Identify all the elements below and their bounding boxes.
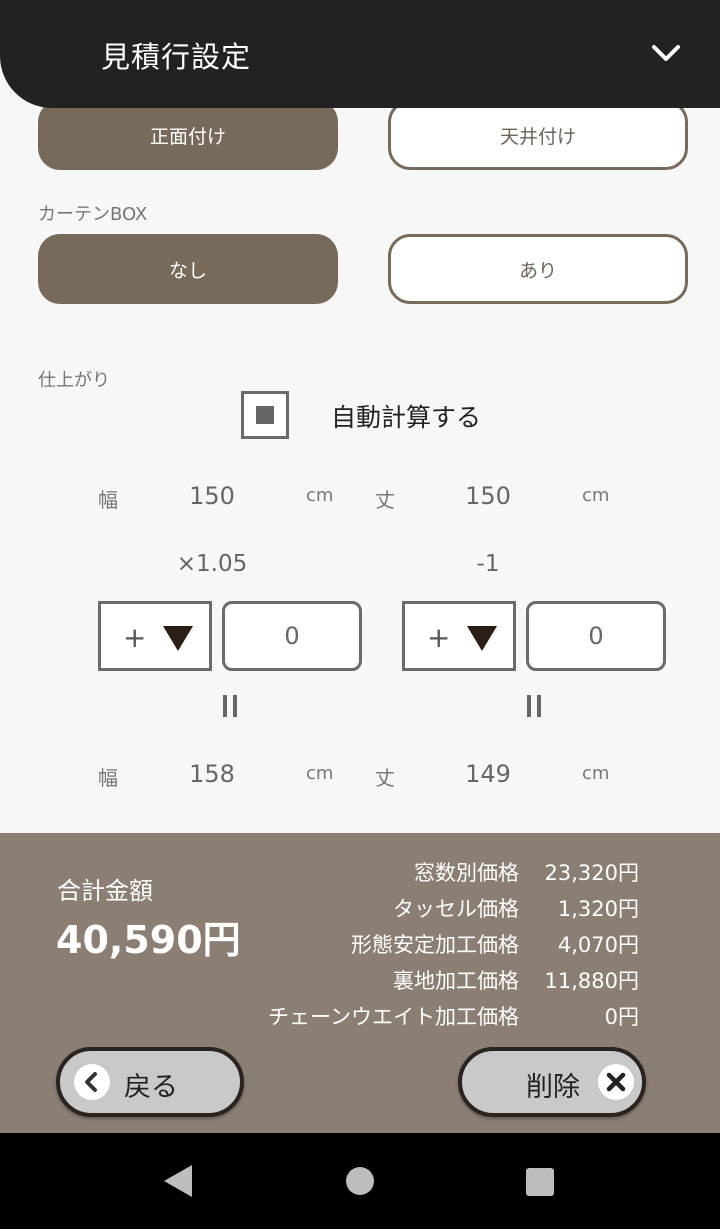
nav-recents-icon[interactable]: [524, 1166, 556, 1198]
finish-label: 仕上がり: [38, 370, 110, 391]
price-row-value: 0円: [604, 1005, 639, 1029]
price-row-label: チェーンウエイト加工価格: [268, 1005, 519, 1029]
price-row-value: 11,880円: [544, 969, 639, 993]
back-label: 戻る: [124, 1072, 178, 1103]
price-row-label: 裏地加工価格: [393, 969, 519, 993]
height-sign-select[interactable]: +: [402, 601, 516, 671]
back-arrow-icon: [74, 1064, 110, 1100]
page-title: 見積行設定: [101, 40, 252, 74]
price-row-label: 形態安定加工価格: [351, 933, 519, 957]
width-unit: cm: [306, 485, 334, 506]
nav-back-icon[interactable]: [160, 1161, 196, 1201]
height-input[interactable]: 150: [428, 482, 548, 510]
curtain-box-label: カーテンBOX: [38, 204, 148, 225]
delete-label: 削除: [526, 1072, 580, 1103]
system-nav-bar: [0, 1133, 720, 1229]
mount-front-button[interactable]: 正面付け: [38, 100, 338, 170]
height-result-label: 丈: [375, 766, 395, 790]
height-adjust-value: 0: [588, 622, 604, 650]
curtain-box-yes-label: あり: [518, 259, 557, 282]
total-value: 40,590円: [56, 918, 241, 962]
width-adjust-value: 0: [284, 622, 300, 650]
delete-button[interactable]: 削除: [458, 1047, 646, 1117]
height-sign-value: +: [427, 621, 451, 654]
auto-calc-checkbox[interactable]: [241, 391, 289, 439]
width-factor: ×1.05: [176, 551, 248, 577]
width-label: 幅: [98, 488, 118, 512]
height-unit: cm: [582, 485, 610, 506]
auto-calc-label[interactable]: 自動計算する: [331, 398, 481, 434]
price-row-label: タッセル価格: [393, 897, 519, 921]
nav-home-icon[interactable]: [344, 1165, 376, 1197]
mount-ceiling-label: 天井付け: [499, 125, 576, 148]
close-icon: [598, 1064, 634, 1100]
price-row-label: 窓数別価格: [414, 861, 519, 885]
height-result-unit: cm: [582, 763, 610, 784]
mount-front-label: 正面付け: [149, 125, 226, 148]
curtain-box-none-button[interactable]: なし: [38, 234, 338, 304]
height-adjust-input[interactable]: 0: [526, 601, 666, 671]
width-result-unit: cm: [306, 763, 334, 784]
summary-panel: 合計金額 40,590円 窓数別価格 23,320円 タッセル価格 1,320円…: [0, 833, 720, 1133]
height-result-value: 149: [465, 760, 511, 788]
price-row-value: 1,320円: [557, 897, 639, 921]
equals-icon: [221, 695, 239, 717]
height-factor: -1: [476, 551, 500, 577]
dropdown-triangle-icon: [467, 626, 497, 651]
width-result-label: 幅: [98, 766, 118, 790]
checkbox-checked-mark: [256, 406, 274, 424]
back-button[interactable]: 戻る: [56, 1047, 244, 1117]
equals-icon: [525, 695, 543, 717]
curtain-box-none-label: なし: [168, 259, 207, 282]
total-label: 合計金額: [57, 877, 153, 905]
price-row-value: 4,070円: [557, 933, 639, 957]
chevron-down-icon[interactable]: [648, 36, 684, 72]
mount-ceiling-button[interactable]: 天井付け: [388, 100, 688, 170]
curtain-box-yes-button[interactable]: あり: [388, 234, 688, 304]
height-label: 丈: [375, 488, 395, 512]
dropdown-triangle-icon: [163, 626, 193, 651]
width-sign-select[interactable]: +: [98, 601, 212, 671]
header-bar: 見積行設定: [0, 0, 720, 108]
width-result-value: 158: [189, 760, 235, 788]
width-adjust-input[interactable]: 0: [222, 601, 362, 671]
price-row-value: 23,320円: [544, 861, 639, 885]
width-input[interactable]: 150: [152, 482, 272, 510]
width-sign-value: +: [123, 621, 147, 654]
